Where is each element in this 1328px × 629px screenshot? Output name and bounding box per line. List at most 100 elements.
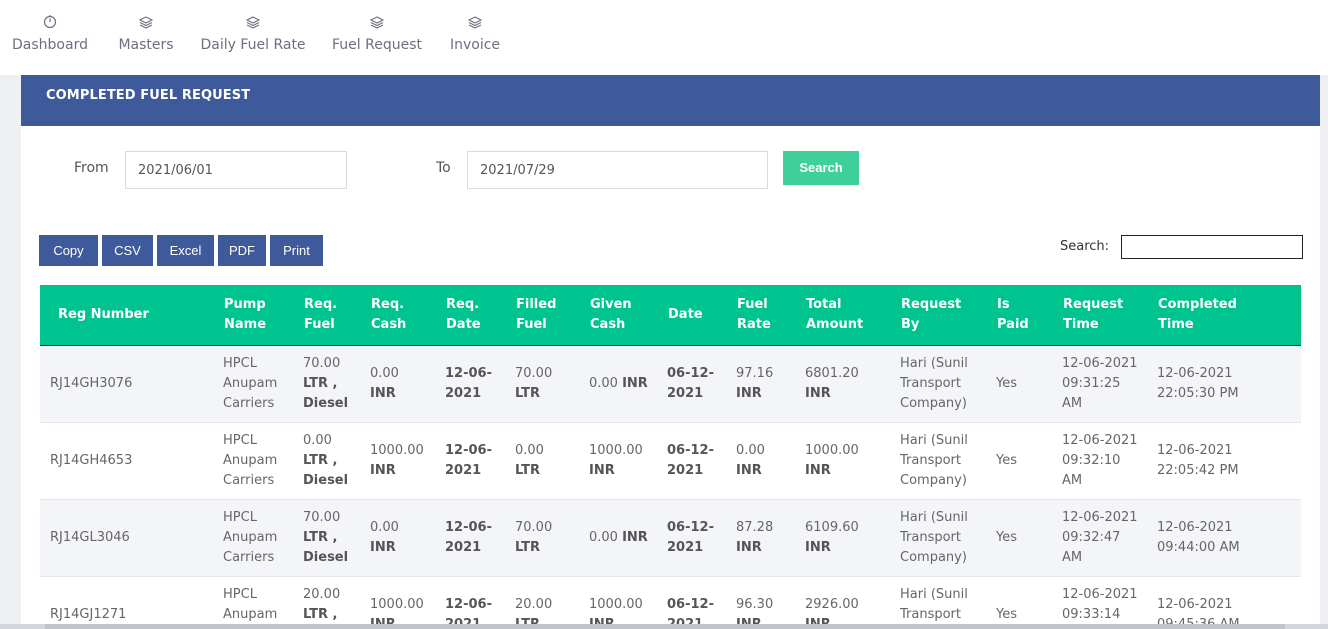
layers-icon [138, 16, 154, 29]
print-button[interactable]: Print [270, 235, 323, 266]
cell-text: 06-12- [667, 366, 714, 381]
cell-text: INR [622, 376, 648, 391]
cell-text: 09:32:47 [1062, 530, 1121, 545]
cell-text: 20.00 [303, 587, 341, 602]
from-date-input[interactable] [125, 151, 347, 189]
copy-button[interactable]: Copy [39, 235, 98, 266]
excel-button[interactable]: Excel [157, 235, 214, 266]
table-row: RJ14GJ1271HPCLAnupamCarriers20.00LTR ,Di… [40, 576, 1301, 629]
pdf-button[interactable]: PDF [218, 235, 266, 266]
cell-req-cash: 0.00 INR [361, 345, 436, 423]
cell-reg-number: RJ14GL3046 [40, 499, 214, 577]
cell-text: Transport [900, 530, 962, 545]
cell-text: LTR , [303, 376, 338, 391]
cell-text: 06-12- [667, 597, 714, 612]
cell-text: 2021 [445, 463, 482, 478]
cell-given-cash: 1000.00 INR [580, 576, 658, 629]
cell-text: RJ14GH3076 [50, 376, 133, 391]
cell-text: AM [1062, 550, 1083, 565]
cell-request-time: 12-06-2021 09:31:25 AM [1053, 345, 1148, 423]
col-header-text: Reg Number [58, 307, 149, 322]
cell-text: 0.00 [515, 443, 544, 458]
cell-fuel-rate: 97.16 INR [727, 345, 796, 423]
col-header-request-time[interactable]: Request Time [1053, 285, 1148, 346]
col-header-text: Paid [997, 317, 1029, 332]
nav-label-masters: Masters [118, 37, 174, 53]
col-header-completed-time[interactable]: Completed Time [1148, 285, 1301, 346]
cell-text: 1000.00 [370, 443, 424, 458]
cell-text: HPCL [223, 356, 257, 371]
table-search-input[interactable] [1121, 235, 1303, 259]
cell-completed-time: 12-06-2021 09:44:00 AM [1148, 499, 1301, 577]
scrollbar-thumb[interactable] [45, 624, 1285, 629]
col-header-req-cash[interactable]: Req. Cash [361, 285, 436, 346]
cell-is-paid: Yes [987, 499, 1053, 577]
nav-label-invoice: Invoice [449, 37, 501, 53]
col-header-text: Pump [224, 297, 266, 312]
cell-req-fuel: 20.00LTR ,Diesel [294, 576, 361, 629]
cell-date: 06-12- 2021 [658, 499, 727, 577]
col-header-request-by[interactable]: Request By [891, 285, 987, 346]
cell-completed-time: 12-06-2021 22:05:42 PM [1148, 422, 1301, 500]
col-header-date[interactable]: Date [658, 285, 727, 346]
csv-button[interactable]: CSV [102, 235, 153, 266]
col-header-is-paid[interactable]: Is Paid [987, 285, 1053, 346]
cell-fuel-rate: 96.30 INR [727, 576, 796, 629]
cell-text: 12-06-2021 [1157, 597, 1233, 612]
nav-item-daily-fuel-rate[interactable]: Daily Fuel Rate [200, 12, 306, 62]
cell-text: INR [370, 386, 396, 401]
cell-request-by: Hari (Sunil Transport Company) [891, 422, 987, 500]
cell-request-time: 12-06-2021 09:32:47 AM [1053, 499, 1148, 577]
col-header-text: Filled [516, 297, 557, 312]
cell-text: 22:05:30 PM [1157, 386, 1239, 401]
cell-text: 2021 [667, 540, 704, 555]
nav-item-invoice[interactable]: Invoice [447, 12, 503, 62]
nav-item-masters[interactable]: Masters [113, 12, 179, 62]
cell-text: Anupam [223, 607, 278, 622]
cell-text: 12-06- [445, 366, 492, 381]
completed-fuel-request-card: COMPLETED FUEL REQUEST From To Search Co… [21, 75, 1320, 629]
cell-text: 0.00 [736, 443, 765, 458]
nav-item-dashboard[interactable]: Dashboard [10, 12, 90, 62]
table-row: RJ14GH4653 HPCL Anupam Carriers 0.00 LTR , Die… [40, 422, 1301, 500]
cell-text: 2021 [445, 386, 482, 401]
col-header-total-amount[interactable]: Total Amount [796, 285, 891, 346]
horizontal-scrollbar[interactable] [0, 624, 1328, 629]
top-navigation: Dashboard Masters Daily Fuel Rate Fuel R… [0, 0, 1328, 75]
col-header-reg-number[interactable]: Reg Number [40, 285, 214, 346]
col-header-filled-fuel[interactable]: Filled Fuel [506, 285, 580, 346]
cell-text: Yes [996, 607, 1017, 622]
col-header-text: Amount [806, 317, 864, 332]
cell-text: Company) [900, 396, 967, 411]
cell-req-date: 12-06- 2021 [436, 576, 506, 629]
to-date-input[interactable] [467, 151, 768, 189]
table-row: RJ14GL3046 HPCL Anupam Carriers 70.00 LTR , Di… [40, 499, 1301, 577]
completed-requests-table: Reg Number Pump Name Req. Fuel Req. Cash Re… [40, 285, 1301, 629]
nav-item-fuel-request[interactable]: Fuel Request [330, 12, 424, 62]
cell-text: 0.00 [303, 433, 332, 448]
col-header-text: Req. [371, 297, 405, 312]
cell-text: 96.30 [736, 597, 774, 612]
col-header-given-cash[interactable]: Given Cash [580, 285, 658, 346]
col-header-text: Is [997, 297, 1010, 312]
nav-label-fuel-request: Fuel Request [332, 37, 422, 53]
cell-text: 06-12- [667, 520, 714, 535]
cell-text: 6801.20 [805, 366, 859, 381]
cell-text: Hari (Sunil [900, 433, 968, 448]
cell-date: 06-12- 2021 [658, 576, 727, 629]
col-header-req-fuel[interactable]: Req. Fuel [294, 285, 361, 346]
table-body: RJ14GH3076 HPCL Anupam Carriers 70.00 LTR , Di… [40, 345, 1301, 629]
col-header-text: Date [668, 307, 703, 322]
col-header-req-date[interactable]: Req. Date [436, 285, 506, 346]
search-button[interactable]: Search [783, 151, 859, 185]
cell-text: RJ14GH4653 [50, 453, 133, 468]
from-label: From [74, 160, 109, 176]
col-header-fuel-rate[interactable]: Fuel Rate [727, 285, 796, 346]
cell-req-date: 12-06- 2021 [436, 499, 506, 577]
cell-text: 1000.00 [805, 443, 859, 458]
cell-req-fuel: 0.00 LTR , Diesel [294, 422, 361, 500]
col-header-text: Name [224, 317, 267, 332]
cell-text: INR [589, 463, 615, 478]
col-header-pump-name[interactable]: Pump Name [214, 285, 294, 346]
cell-text: 2926.00 [805, 597, 859, 612]
